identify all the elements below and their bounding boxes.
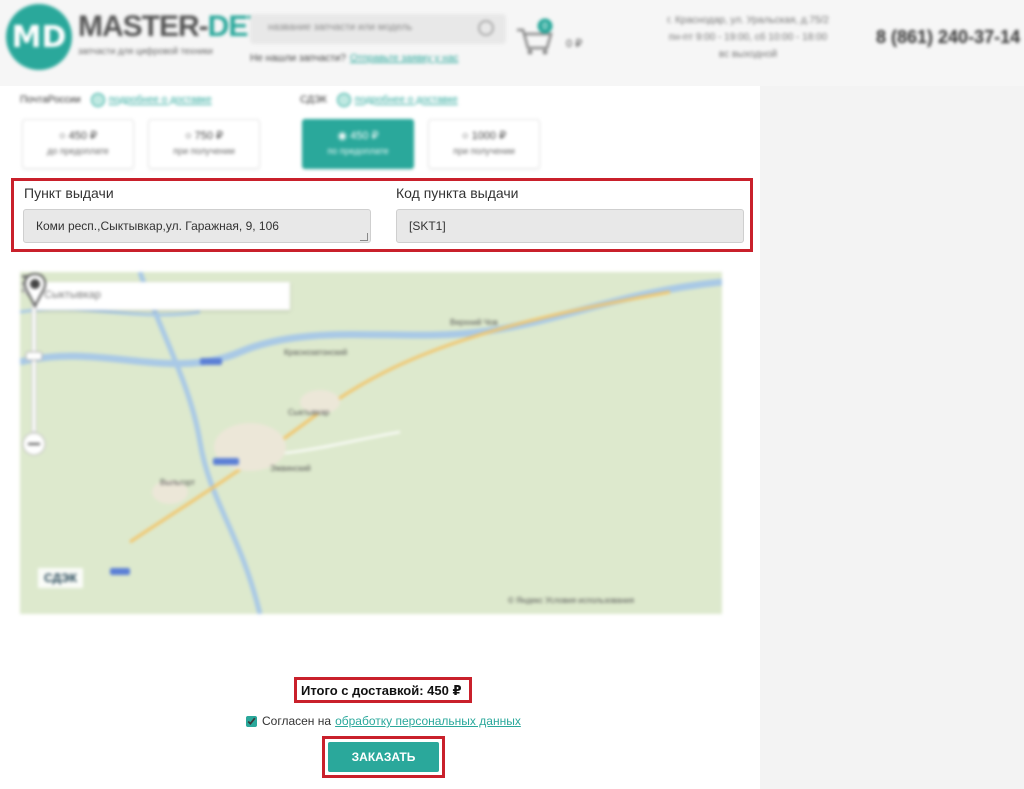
personal-data-link[interactable]: обработку персональных данных [335, 714, 521, 728]
option-price: ○ 750 ₽ [184, 130, 224, 142]
map-pin-icon[interactable] [20, 272, 50, 308]
cart-icon[interactable]: 0 [515, 18, 555, 56]
phone-number[interactable]: 8 (861) 240-37-14 [876, 27, 1020, 48]
hours-line-weekend: вс выходной [718, 49, 778, 60]
delivery-option-2[interactable]: ○ 750 ₽ при получении [148, 119, 260, 169]
search-input[interactable]: название запчасти или модель [250, 14, 506, 44]
option-sub: при получении [453, 146, 515, 156]
pickup-code-label: Код пункта выдачи [396, 185, 519, 201]
map-canvas [20, 272, 722, 614]
logo-icon[interactable]: MD [6, 4, 72, 70]
agree-checkbox[interactable] [246, 715, 257, 727]
notfound-text: Не нашли запчасти? [250, 53, 346, 64]
carrier-info-link[interactable]: подробнее о доставке [109, 95, 212, 106]
carrier-info-link[interactable]: подробнее о доставке [355, 95, 458, 106]
cart-count: 0 [542, 22, 548, 32]
option-sub: до предоплате [47, 146, 109, 156]
map-label: Краснозатонский [284, 348, 348, 357]
pickup-map[interactable]: Краснозатонский Сыктывкар Эжвинский Верх… [20, 272, 722, 614]
map-cdek-logo: СДЭК [38, 568, 83, 588]
delivery-option-1[interactable]: ○ 450 ₽ до предоплате [22, 119, 134, 169]
map-label: Верхний Чов [450, 318, 498, 327]
logo-name-a: MASTER- [78, 10, 209, 43]
carrier-cdek: СДЭК подробнее о доставке [300, 93, 458, 107]
resize-grip-icon[interactable] [360, 233, 368, 241]
pickup-point-field[interactable]: Коми респ.,Сыктывкар,ул. Гаражная, 9, 10… [23, 209, 371, 243]
info-icon[interactable] [336, 93, 351, 107]
search-icon[interactable] [478, 20, 494, 36]
notfound-link[interactable]: Отправьте заявку у нас [350, 53, 458, 64]
option-price: ○ 450 ₽ [58, 130, 98, 142]
order-button[interactable]: ЗАКАЗАТЬ [328, 742, 439, 772]
carrier-pochta: ПочтаРоссии подробнее о доставке [20, 93, 212, 107]
store-address: г. Краснодар, ул. Уральская, д.75/2 пн-п… [628, 12, 868, 63]
delivery-option-3[interactable]: ◉ 450 ₽ по предоплате [302, 119, 414, 169]
notfound-note: Не нашли запчасти? Отправьте заявку у нас [250, 53, 458, 64]
option-sub: при получении [173, 146, 235, 156]
hours-line: пн-пт 9:00 - 19:00, сб 10:00 - 18:00 [668, 32, 828, 43]
map-label: Эжвинский [270, 464, 311, 473]
option-sub: по предоплате [327, 146, 389, 156]
checkout-panel: ПочтаРоссии подробнее о доставке СДЭК подр… [0, 86, 760, 789]
option-price: ○ 1000 ₽ [461, 130, 507, 142]
personal-data-agreement[interactable]: Согласен на обработку персональных данных [246, 714, 521, 728]
map-label: Сыктывкар [288, 408, 330, 417]
address-line: г. Краснодар, ул. Уральская, д.75/2 [667, 15, 829, 26]
total-with-delivery: Итого с доставкой: 450 ₽ [301, 683, 462, 698]
carrier-name: СДЭК [300, 94, 327, 106]
delivery-option-4[interactable]: ○ 1000 ₽ при получении [428, 119, 540, 169]
option-price: ◉ 450 ₽ [337, 130, 379, 142]
pickup-code-field[interactable]: [SKT1] [396, 209, 744, 243]
site-header: MD MASTER-DETAL запчасти для цифровой те… [0, 0, 1024, 86]
map-search-input[interactable]: Сыктывкар [34, 282, 290, 310]
info-icon[interactable] [90, 93, 105, 107]
map-copyright[interactable]: © Яндекс Условия использования [508, 596, 634, 605]
logo-tagline: запчасти для цифровой техники [78, 46, 213, 56]
map-label: Выльгорт [160, 478, 196, 487]
agree-text: Согласен на [262, 714, 332, 728]
pickup-point-label: Пункт выдачи [24, 185, 114, 201]
carrier-name: ПочтаРоссии [20, 94, 81, 106]
cart-sum: 0 ₽ [566, 38, 583, 50]
